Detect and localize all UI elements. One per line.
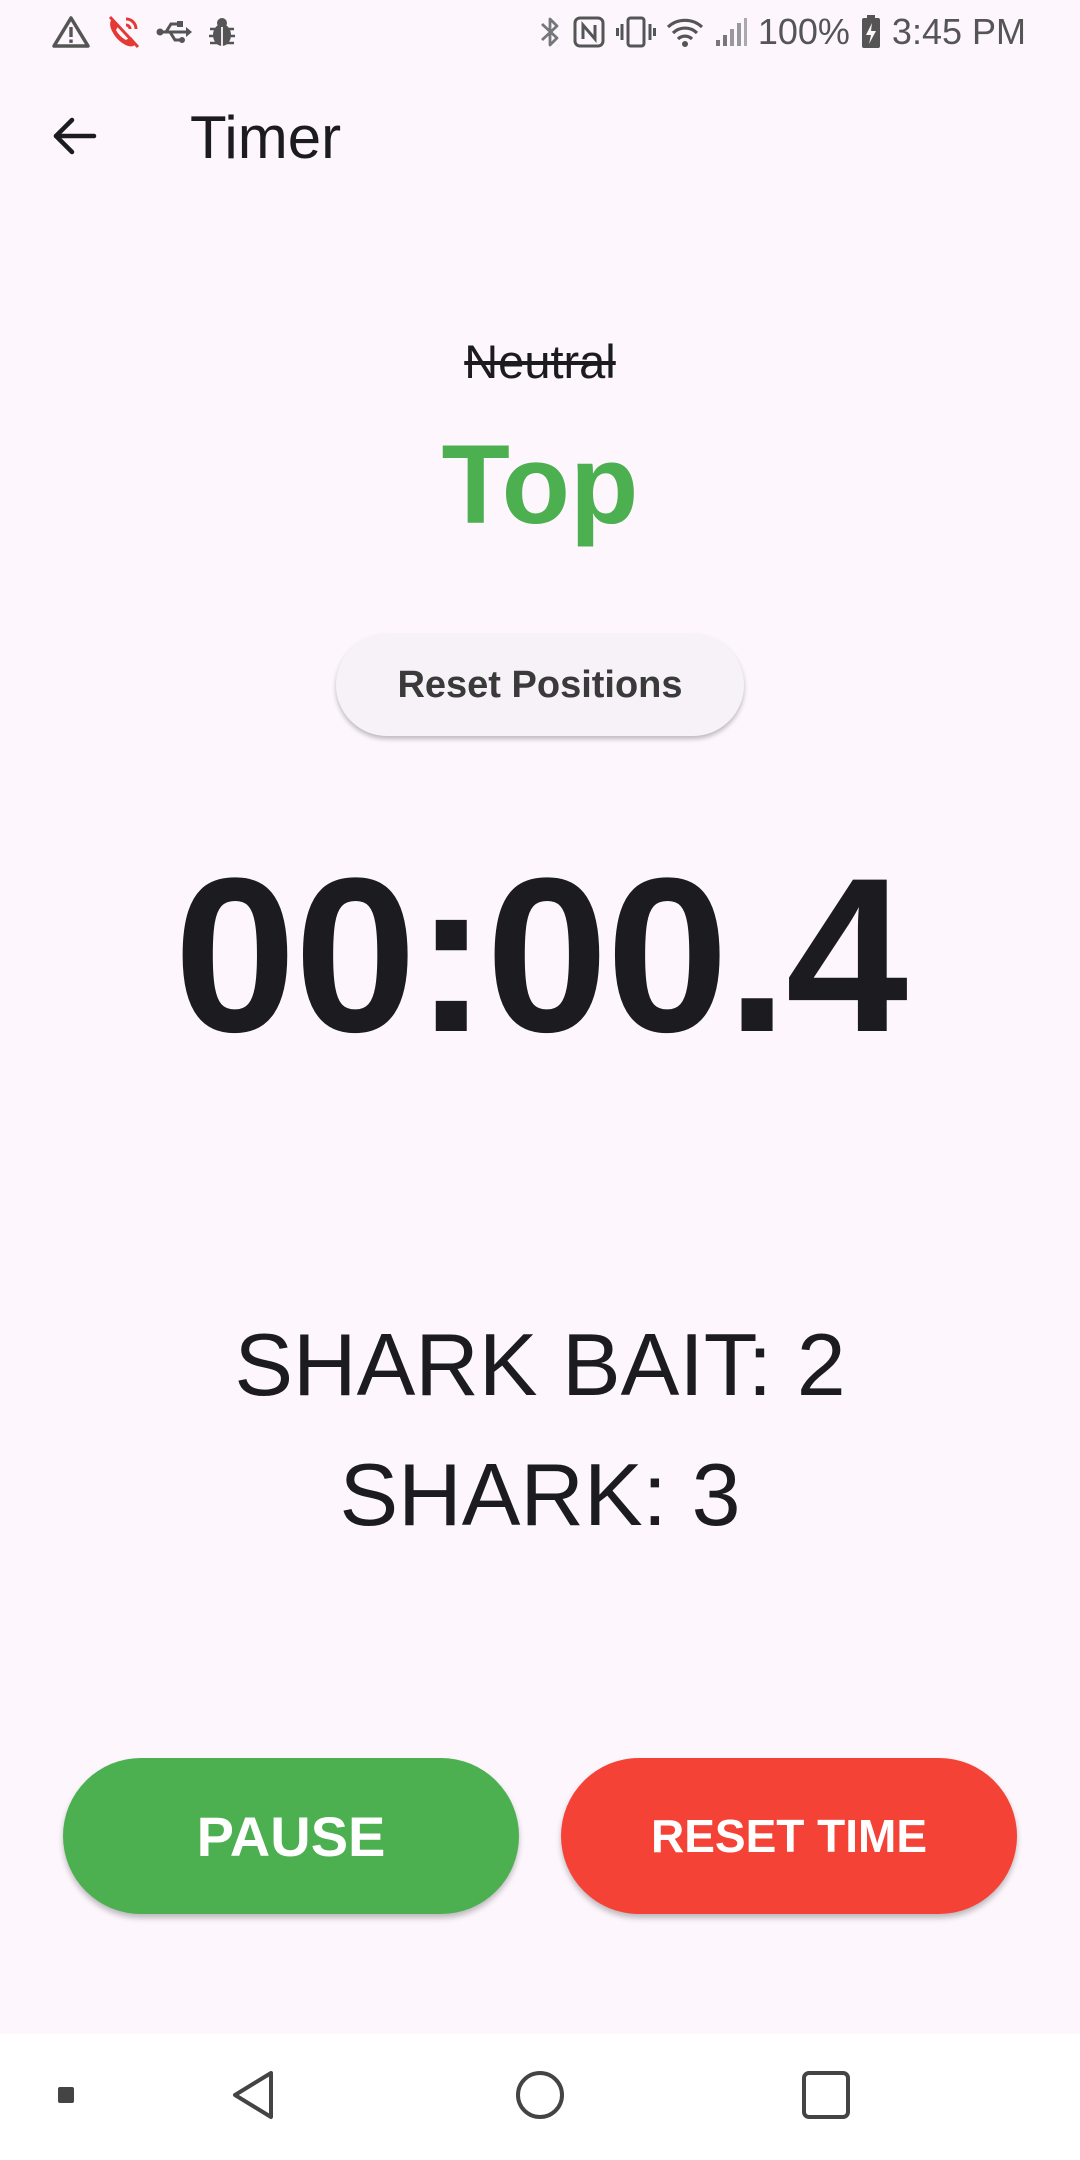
score-shark: SHARK: 3	[339, 1445, 741, 1544]
nfc-icon	[572, 15, 606, 49]
current-position-label: Top	[441, 422, 639, 547]
app-bar: Timer	[0, 70, 1080, 205]
reset-time-button[interactable]: RESET TIME	[561, 1758, 1017, 1914]
nav-recents-button[interactable]	[786, 2034, 866, 2160]
bluetooth-icon	[538, 14, 562, 50]
usb-icon	[156, 17, 192, 47]
call-muted-icon	[104, 13, 142, 51]
arrow-back-icon	[50, 112, 98, 165]
warning-icon	[52, 15, 90, 49]
score-shark-bait: SHARK BAIT: 2	[234, 1315, 846, 1414]
home-circle-icon	[514, 2069, 566, 2126]
menu-square-icon	[57, 2086, 75, 2109]
recents-square-icon	[801, 2070, 851, 2125]
bug-icon	[206, 15, 238, 49]
battery-icon	[860, 14, 882, 50]
reset-positions-button[interactable]: Reset Positions	[336, 634, 744, 736]
system-nav-bar	[0, 2034, 1080, 2160]
nav-back-button[interactable]	[216, 2034, 290, 2160]
menu-square-button[interactable]	[46, 2034, 86, 2160]
signal-icon	[714, 16, 748, 48]
page-title: Timer	[190, 104, 342, 171]
back-button[interactable]	[38, 102, 110, 174]
previous-position-label: Neutral	[464, 335, 616, 388]
status-right-icons: 100% 3:45 PM	[538, 8, 1026, 56]
battery-percentage: 100%	[757, 11, 850, 52]
wifi-icon	[666, 16, 704, 48]
pause-button[interactable]: PAUSE	[63, 1758, 519, 1914]
status-bar: 100% 3:45 PM	[0, 0, 1080, 64]
timer-display: 00:00.4	[173, 832, 908, 1078]
vibrate-icon	[615, 15, 656, 49]
status-time: 3:45 PM	[891, 11, 1026, 52]
back-triangle-icon	[229, 2069, 277, 2126]
nav-home-button[interactable]	[500, 2034, 580, 2160]
status-left-icons	[52, 12, 238, 52]
